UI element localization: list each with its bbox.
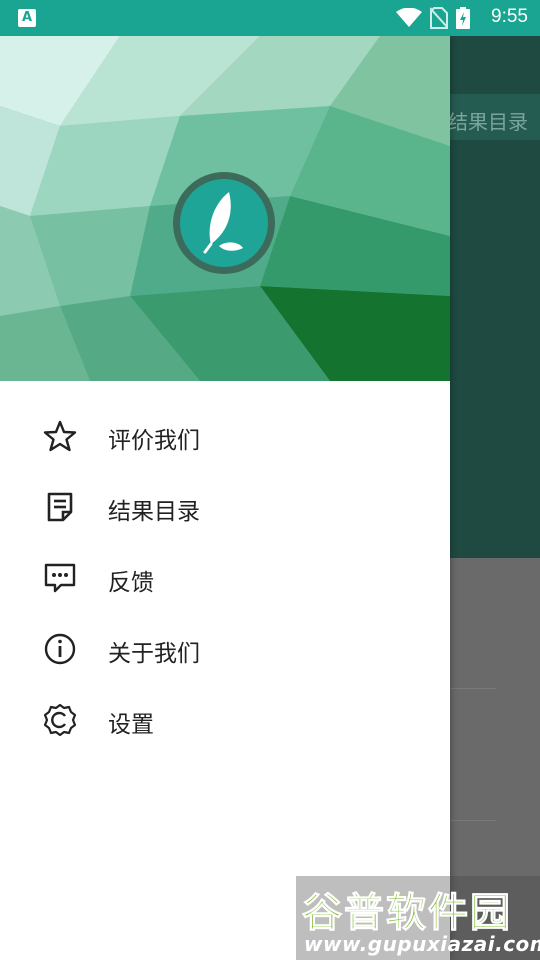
wifi-icon	[396, 8, 422, 27]
background-toolbar-title: 结果目录	[448, 110, 528, 134]
menu-item-rate-us[interactable]: 评价我们	[0, 399, 450, 470]
menu-item-label: 设置	[108, 712, 154, 738]
status-icons	[396, 7, 470, 29]
menu-item-settings[interactable]: 设置	[0, 683, 450, 754]
star-icon	[43, 420, 77, 452]
settings-icon	[43, 703, 77, 737]
watermark-title: 谷普软件园	[302, 890, 512, 937]
feedback-icon	[44, 563, 76, 593]
background-divider	[450, 688, 496, 689]
no-sim-icon	[430, 7, 448, 29]
feather-logo-icon	[203, 192, 243, 254]
background-divider	[450, 820, 496, 821]
menu-item-about-us[interactable]: 关于我们	[0, 612, 450, 683]
status-time: 9:55	[491, 6, 528, 27]
menu-item-results[interactable]: 结果目录	[0, 470, 450, 541]
watermark: 谷普软件园 www.gupuxiazai.com	[296, 876, 540, 960]
drawer-header	[0, 36, 450, 381]
navigation-drawer: 评价我们 结果目录 反馈 关于我们 设置	[0, 36, 450, 960]
drawer-menu: 评价我们 结果目录 反馈 关于我们 设置	[0, 399, 450, 754]
watermark-url: www.gupuxiazai.com	[304, 932, 540, 956]
battery-charging-icon	[456, 7, 470, 29]
menu-item-label: 反馈	[108, 570, 154, 596]
info-icon	[44, 633, 76, 665]
app-logo	[173, 172, 275, 274]
menu-item-feedback[interactable]: 反馈	[0, 541, 450, 612]
menu-item-label: 评价我们	[108, 428, 200, 454]
note-icon	[47, 492, 73, 522]
notification-app-icon: A	[18, 9, 36, 27]
status-bar: A 9:55	[0, 0, 540, 36]
menu-item-label: 关于我们	[108, 641, 200, 667]
menu-item-label: 结果目录	[108, 499, 200, 525]
